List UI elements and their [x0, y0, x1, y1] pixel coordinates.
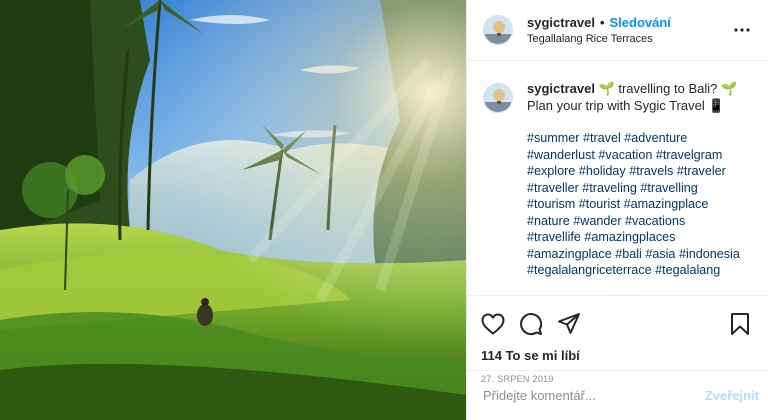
hashtag-link[interactable]: #asia — [645, 247, 675, 261]
hashtag-link[interactable]: #amazingplace — [527, 247, 612, 261]
post-comment-button[interactable]: Zveřejnit — [705, 388, 759, 403]
header-username[interactable]: sygictravel — [527, 16, 595, 29]
hashtag-link[interactable]: #travels — [629, 164, 673, 178]
hashtag-link[interactable]: #traveling — [582, 181, 637, 195]
heart-icon — [481, 313, 505, 335]
rice-terrace-photo — [0, 0, 466, 420]
balloon-photo-avatar — [484, 16, 512, 44]
hashtag-link[interactable]: #travelling — [640, 181, 697, 195]
hashtag-link[interactable]: #travelgram — [656, 148, 723, 162]
hashtag-link[interactable]: #wanderlust — [527, 148, 595, 162]
post-sidebar: sygictravel • Sledování Tegallalang Rice… — [466, 0, 768, 420]
hashtag-link[interactable]: #travel — [583, 131, 621, 145]
post-photo[interactable] — [0, 0, 466, 420]
hashtag-link[interactable]: #explore — [527, 164, 575, 178]
hashtag-link[interactable]: #vacation — [598, 148, 652, 162]
caption-line-1: travelling to Bali? — [614, 81, 721, 96]
hashtag-link[interactable]: #holiday — [579, 164, 626, 178]
caption-line-2: Plan your trip with Sygic Travel — [527, 97, 709, 113]
location-link[interactable]: Tegallalang Rice Terraces — [527, 33, 730, 45]
hashtag-link[interactable]: #traveler — [677, 164, 726, 178]
like-count[interactable]: 114 To se mi líbí — [481, 348, 752, 363]
instagram-post: sygictravel • Sledování Tegallalang Rice… — [0, 0, 768, 420]
hashtag-link[interactable]: #tegalalang — [655, 263, 720, 277]
bookmark-icon — [731, 313, 749, 335]
comment-button[interactable] — [519, 312, 543, 336]
balloon-photo-avatar — [484, 84, 512, 112]
caption-area: sygictravel 🌱 travelling to Bali? 🌱 Plan… — [467, 61, 768, 295]
comment-input[interactable] — [483, 388, 705, 403]
comment-bar: Zveřejnit — [467, 370, 768, 420]
hashtag-link[interactable]: #nature — [527, 214, 570, 228]
follow-button[interactable]: Sledování — [610, 16, 671, 29]
comment-icon — [520, 313, 543, 336]
save-button[interactable] — [728, 312, 752, 336]
caption-username[interactable]: sygictravel — [527, 81, 595, 96]
hashtag-list: #summer #travel #adventure #wanderlust #… — [527, 130, 754, 279]
hashtag-link[interactable]: #adventure — [624, 131, 687, 145]
more-options-button[interactable] — [730, 18, 754, 42]
hashtag-link[interactable]: #summer — [527, 131, 579, 145]
hashtag-link[interactable]: #tegalalangriceterrace — [527, 263, 652, 277]
hashtag-link[interactable]: #wander — [573, 214, 621, 228]
hashtag-link[interactable]: #travellife — [527, 230, 581, 244]
hashtag-link[interactable]: #amazingplace — [624, 197, 709, 211]
profile-avatar[interactable] — [483, 15, 513, 45]
hashtag-link[interactable]: #traveller — [527, 181, 579, 195]
share-icon — [558, 313, 580, 334]
hashtag-link[interactable]: #tourism — [527, 197, 575, 211]
caption-avatar[interactable] — [483, 83, 513, 113]
seedling-emoji: 🌱 — [720, 81, 738, 96]
seedling-emoji: 🌱 — [598, 81, 615, 96]
hashtag-link[interactable]: #vacations — [625, 214, 685, 228]
separator-dot: • — [599, 14, 605, 30]
hashtag-link[interactable]: #tourist — [579, 197, 620, 211]
share-button[interactable] — [557, 312, 581, 336]
hashtag-link[interactable]: #indonesia — [679, 247, 740, 261]
like-button[interactable] — [481, 312, 505, 336]
hashtag-link[interactable]: #bali — [615, 247, 642, 261]
phone-emoji: 📱 — [708, 97, 725, 113]
ellipsis-icon — [734, 28, 750, 32]
caption-text: sygictravel 🌱 travelling to Bali? 🌱 Plan… — [527, 81, 754, 295]
post-header: sygictravel • Sledování Tegallalang Rice… — [467, 0, 768, 61]
hashtag-link[interactable]: #amazingplaces — [584, 230, 675, 244]
